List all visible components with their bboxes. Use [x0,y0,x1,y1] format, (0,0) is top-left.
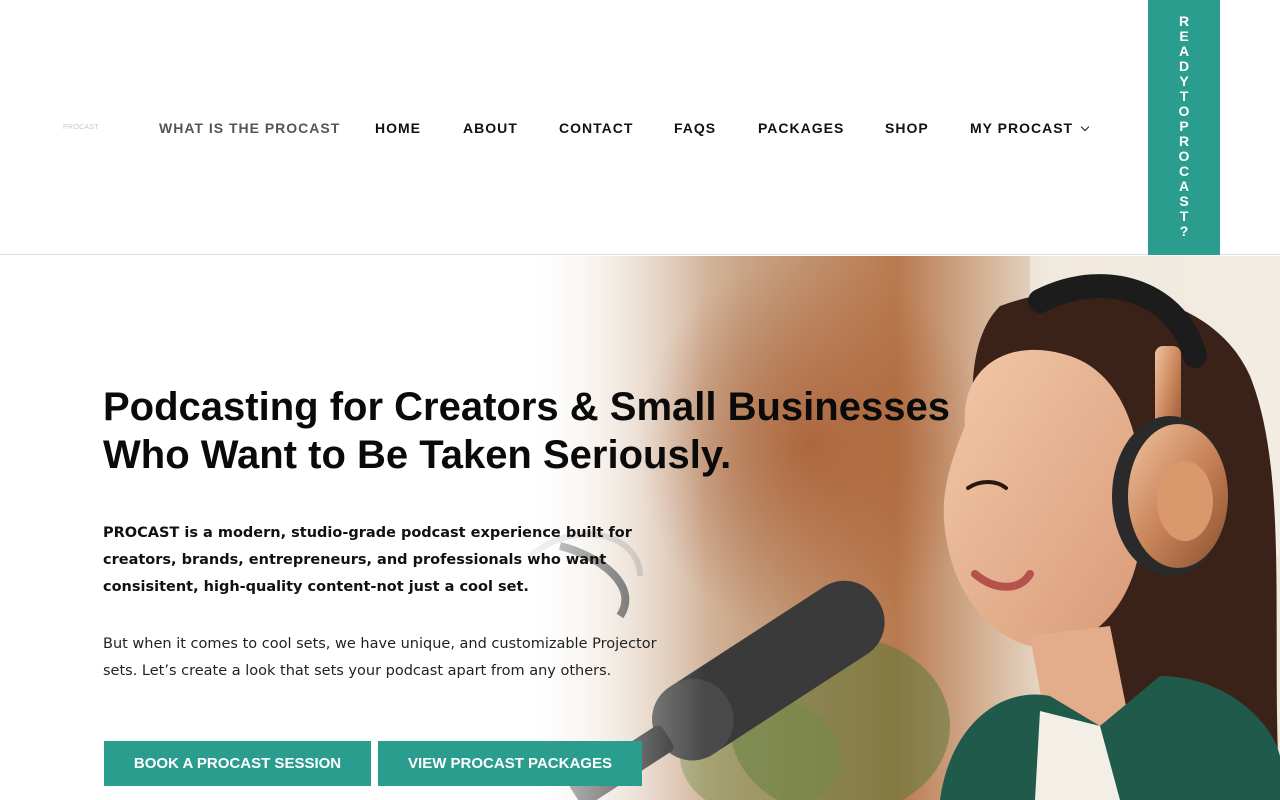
nav-item-contact[interactable]: CONTACT [559,120,633,136]
hero-title: Podcasting for Creators & Small Business… [103,383,983,479]
hero-section: Podcasting for Creators & Small Business… [0,256,1280,800]
view-procast-packages-button[interactable]: VIEW PROCAST PACKAGES [378,741,642,786]
site-logo[interactable]: PROCAST [63,124,99,131]
nav-item-faqs[interactable]: FAQS [674,120,716,136]
nav-item-shop[interactable]: SHOP [885,120,929,136]
chevron-down-icon [1080,122,1090,132]
ready-to-procast-text: R E A D Y T O P R O C A S T? [1178,13,1190,239]
ready-to-procast-tab[interactable]: R E A D Y T O P R O C A S T? [1148,0,1220,255]
nav-item-packages[interactable]: PACKAGES [758,120,844,136]
book-procast-session-button[interactable]: BOOK A PROCAST SESSION [104,741,371,786]
hero-title-line-2: Who Want to Be Taken Seriously. [103,433,732,477]
nav-item-what-is-the-procast[interactable]: WHAT IS THE PROCAST [159,120,340,136]
hero-intro-paragraph: PROCAST is a modern, studio-grade podcas… [103,525,632,595]
nav-item-about[interactable]: ABOUT [463,120,518,136]
site-header: PROCAST WHAT IS THE PROCAST HOME ABOUT C… [0,0,1280,255]
hero-sets-paragraph: But when it comes to cool sets, we have … [103,636,657,679]
hero-title-line-1: Podcasting for Creators & Small Business… [103,385,950,429]
nav-item-my-procast-label: MY PROCAST [970,120,1074,136]
nav-item-my-procast[interactable]: MY PROCAST [970,120,1090,136]
nav-item-home[interactable]: HOME [375,120,421,136]
